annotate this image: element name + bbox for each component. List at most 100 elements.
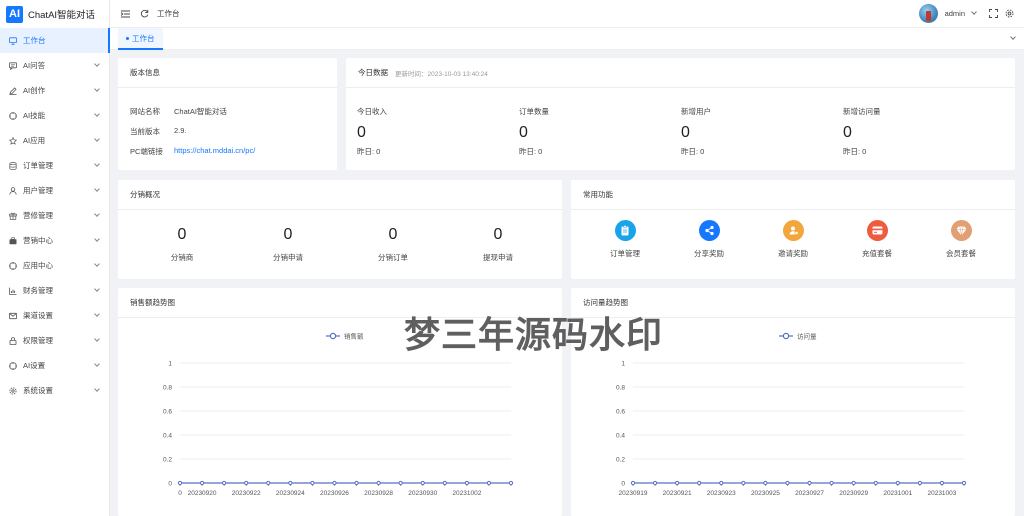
func-member-package[interactable]: 会员套餐 [931, 220, 991, 259]
x-tick-label: 20230930 [408, 490, 437, 497]
site-name-row: 网站名称 ChatAI智能对话 [130, 106, 227, 117]
dist-applications[interactable]: 0 分销申请 [248, 226, 328, 263]
x-tick-label: 20230921 [663, 490, 692, 497]
sidebar-item-label: AI设置 [23, 361, 46, 370]
data-point [442, 480, 447, 486]
sidebar-item-label: 工作台 [23, 36, 46, 45]
brand[interactable]: AI ChatAI智能对话 [0, 0, 109, 28]
legend-label: 访问量 [797, 332, 817, 341]
data-point [288, 480, 293, 486]
dist-distributors[interactable]: 0 分销商 [142, 226, 222, 263]
chevron-down-icon [94, 211, 100, 217]
sidebar-item-3[interactable]: AI技能 [0, 103, 109, 128]
card-title: 分销概况 [118, 180, 562, 210]
dist-label: 分销申请 [273, 253, 303, 262]
data-point [807, 480, 812, 486]
data-point [508, 480, 514, 486]
compass-icon [9, 261, 17, 270]
sidebar-item-10[interactable]: 财务管理 [0, 278, 109, 303]
tab-label: 工作台 [132, 33, 155, 43]
func-recharge-package[interactable]: 充值套餐 [847, 220, 907, 259]
data-point [199, 480, 205, 486]
sidebar-item-label: AI技能 [23, 111, 46, 120]
x-tick-label: 0 [178, 490, 182, 497]
stat-label: 新增用户 [681, 107, 711, 116]
stat-value: 0 [519, 124, 528, 141]
sidebar-item-6[interactable]: 用户管理 [0, 178, 109, 203]
sidebar-item-label: AI应用 [23, 136, 46, 145]
active-dot-icon [126, 36, 129, 40]
data-point [420, 480, 425, 486]
chevron-down-icon [94, 336, 100, 342]
card-title: 常用功能 [571, 180, 1015, 210]
sidebar-item-13[interactable]: AI设置 [0, 353, 109, 378]
sidebar-item-2[interactable]: AI创作 [0, 78, 109, 103]
tabs-bar: 工作台 [110, 28, 1024, 50]
dist-label: 提现申请 [483, 253, 513, 262]
x-tick-label: 20230924 [276, 490, 305, 497]
func-order-management[interactable]: 订单管理 [595, 220, 655, 259]
x-tick-label: 20230927 [795, 490, 824, 497]
func-label: 订单管理 [610, 249, 640, 258]
sidebar-item-0[interactable]: 工作台 [0, 28, 110, 53]
sidebar-item-11[interactable]: 渠道设置 [0, 303, 109, 328]
user-icon [9, 186, 17, 195]
data-point [630, 480, 636, 486]
sidebar-item-label: 财务管理 [23, 286, 53, 295]
stat-value: 0 [843, 124, 852, 141]
settings-gear-icon[interactable] [1005, 9, 1014, 18]
func-share-reward[interactable]: 分享奖励 [679, 220, 739, 259]
y-tick-label: 0.8 [163, 384, 172, 391]
y-tick-label: 0.6 [163, 408, 172, 415]
pen-icon [9, 86, 17, 95]
data-point [266, 480, 271, 486]
sidebar-item-14[interactable]: 系统设置 [0, 378, 109, 403]
username[interactable]: admin [945, 9, 965, 18]
y-tick-label: 0.8 [616, 384, 625, 391]
stat-yesterday: 昨日: 0 [519, 147, 543, 156]
y-tick-label: 0 [168, 480, 172, 487]
chevron-down-icon [94, 286, 100, 292]
dist-withdrawals[interactable]: 0 提现申请 [458, 226, 538, 263]
sidebar-item-8[interactable]: 营销中心 [0, 228, 109, 253]
sidebar-item-7[interactable]: 营修管理 [0, 203, 109, 228]
sidebar-item-1[interactable]: AI问答 [0, 53, 109, 78]
sidebar-item-label: 权限管理 [23, 336, 53, 345]
sidebar-item-12[interactable]: 权限管理 [0, 328, 109, 353]
stat-yesterday: 昨日: 0 [357, 147, 381, 156]
refresh-icon[interactable] [139, 9, 149, 19]
dist-orders[interactable]: 0 分销订单 [353, 226, 433, 263]
sidebar-item-4[interactable]: AI应用 [0, 128, 109, 153]
func-invite-reward[interactable]: 邀请奖励 [763, 220, 823, 259]
menu-fold-icon[interactable] [120, 9, 130, 19]
chevron-down-icon[interactable] [971, 9, 977, 15]
stat-orders: 订单数量 0 昨日: 0 [519, 106, 549, 157]
data-point [961, 480, 967, 486]
y-tick-label: 0.4 [616, 432, 625, 439]
sidebar-item-5[interactable]: 订单管理 [0, 153, 109, 178]
avatar[interactable] [918, 4, 938, 23]
y-tick-label: 0.6 [616, 408, 625, 415]
stat-yesterday: 昨日: 0 [843, 147, 867, 156]
func-label: 分享奖励 [694, 249, 724, 258]
card-title: 今日数据 [358, 68, 388, 77]
data-point [785, 480, 790, 486]
stat-new-visits: 新增访问量 0 昨日: 0 [843, 106, 881, 157]
pc-link[interactable]: https://chat.mddai.cn/pc/ [174, 146, 255, 157]
share-icon [698, 220, 720, 241]
data-point [763, 480, 768, 486]
sidebar-item-label: 应用中心 [23, 261, 53, 270]
data-point [310, 480, 315, 486]
header-user-area: admin [918, 4, 1014, 23]
tabs-dropdown-chevron-icon[interactable] [1010, 34, 1016, 40]
bar-chart-icon [9, 287, 17, 295]
tab-workbench[interactable]: 工作台 [118, 28, 163, 50]
data-point [741, 480, 746, 486]
dist-value: 0 [388, 226, 398, 243]
fullscreen-icon[interactable] [989, 9, 998, 18]
sidebar-item-9[interactable]: 应用中心 [0, 253, 109, 278]
stat-value: 0 [681, 124, 690, 141]
watermark-text: 梦三年源码水印 [404, 315, 664, 356]
version-info-card: 版本信息 网站名称 ChatAI智能对话 当前版本 2.9. PC端链接 htt… [118, 58, 337, 170]
x-tick-label: 20230922 [232, 490, 261, 497]
